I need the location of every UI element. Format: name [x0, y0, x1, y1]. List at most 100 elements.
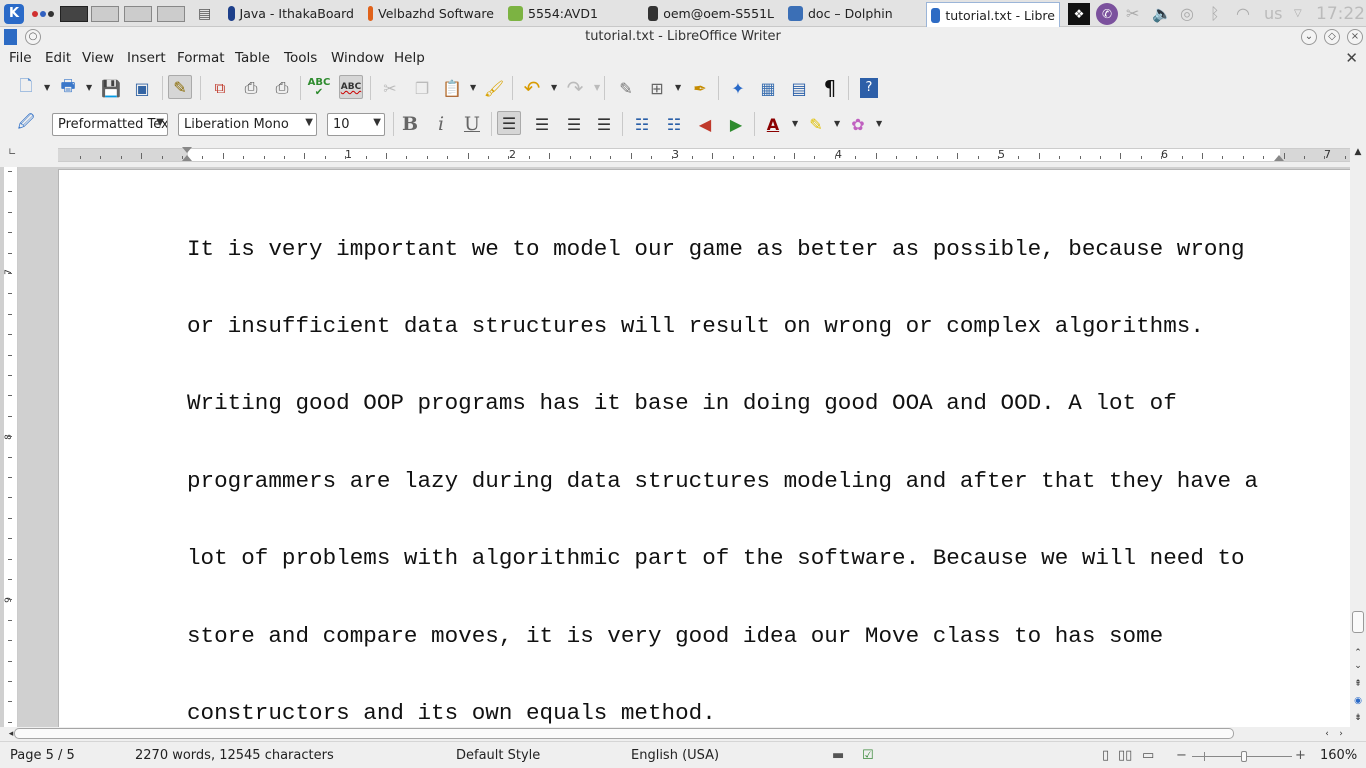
formatting-marks-icon[interactable]: ¶ [818, 76, 842, 100]
text-line[interactable]: constructors and its own equals method. [187, 700, 1287, 727]
increase-indent-icon[interactable]: ▶ [724, 112, 748, 136]
horizontal-scroll-thumb[interactable] [14, 728, 1234, 739]
menu-view[interactable]: View [82, 50, 114, 66]
highlighting-dropdown-icon[interactable]: ▼ [834, 119, 840, 128]
auto-spellcheck-icon[interactable]: ABC [339, 75, 363, 99]
window-titlebar[interactable]: ○ tutorial.txt - LibreOffice Writer ⌄ ◇ … [0, 27, 1366, 48]
open-dropdown-icon[interactable]: ▼ [86, 83, 92, 92]
insert-mode-icon[interactable]: ▬ [832, 748, 844, 763]
open-icon[interactable]: 🖶 [56, 76, 80, 100]
align-left-icon[interactable]: ☰ [497, 111, 521, 135]
navigator-icon[interactable]: ✦ [726, 76, 750, 100]
next-page-icon[interactable]: ⇟ [1351, 711, 1365, 725]
background-color-icon[interactable]: ✿ [846, 112, 870, 136]
right-indent-marker[interactable] [1274, 155, 1284, 161]
vertical-scroll-thumb[interactable] [1352, 611, 1364, 633]
zoom-out-icon[interactable]: − [1176, 748, 1187, 763]
desktop-1[interactable] [60, 0, 88, 27]
menu-help[interactable]: Help [394, 50, 425, 66]
volume-icon[interactable]: 🔈 [1152, 0, 1172, 27]
scroll-up-icon[interactable]: ▲ [1351, 145, 1365, 159]
new-dropdown-icon[interactable]: ▼ [44, 83, 50, 92]
vertical-scrollbar[interactable]: ▲ ⌃ ⌄ ⇞ ◉ ⇟ [1350, 143, 1366, 727]
numbered-list-icon[interactable]: ☷ [630, 112, 654, 136]
align-center-icon[interactable]: ☰ [530, 112, 554, 136]
app-launcher[interactable]: K [4, 0, 24, 27]
zoom-slider-handle[interactable] [1241, 751, 1247, 762]
redo-icon[interactable]: ↷ [563, 76, 587, 100]
single-page-view-icon[interactable]: ▯ [1102, 748, 1109, 763]
cut-icon[interactable]: ✂ [378, 76, 402, 100]
undo-icon[interactable]: ↶ [520, 76, 544, 100]
help-icon[interactable]: ? [857, 76, 881, 100]
multi-page-view-icon[interactable]: ▯▯ [1118, 748, 1132, 763]
clock[interactable]: 17:22 [1316, 0, 1365, 27]
scroll-right-icon[interactable]: › [1334, 727, 1348, 741]
task-libreoffice-writer[interactable]: tutorial.txt - Libre [926, 2, 1060, 29]
task-velbazhd-software[interactable]: Velbazhd Software [368, 0, 494, 27]
previous-page-icon[interactable]: ⇞ [1351, 677, 1365, 691]
zoom-level[interactable]: 160% [1320, 748, 1357, 763]
print-preview-icon[interactable]: ⎙ [270, 76, 294, 100]
task-dolphin[interactable]: doc – Dolphin [788, 0, 914, 27]
align-right-icon[interactable]: ☰ [562, 112, 586, 136]
desktop-2[interactable] [91, 0, 119, 27]
save-as-icon[interactable]: ▣ [130, 76, 154, 100]
notes-icon[interactable]: ▤ [198, 0, 211, 27]
minimize-button[interactable]: ⌄ [1301, 29, 1317, 45]
zoom-in-icon[interactable]: + [1295, 748, 1306, 763]
font-color-icon[interactable]: A [761, 112, 785, 136]
viber-icon[interactable]: ✆ [1096, 0, 1118, 27]
zoom-slider[interactable] [1192, 751, 1292, 762]
scroll-down-small-icon[interactable]: ⌄ [1351, 659, 1365, 673]
paragraph-style-combo[interactable]: Preformatted Text ▼ [52, 113, 168, 136]
close-document-icon[interactable]: ✕ [1345, 49, 1358, 67]
text-line[interactable]: programmers are lazy during data structu… [187, 468, 1287, 495]
scroll-up-small-icon[interactable]: ⌃ [1351, 646, 1365, 660]
bold-button[interactable]: B [398, 112, 422, 136]
bluetooth-icon[interactable]: ᛒ [1210, 0, 1220, 27]
styles-formatting-icon[interactable]: 🖉 [14, 112, 38, 136]
page-indicator[interactable]: Page 5 / 5 [10, 748, 75, 763]
paste-icon[interactable]: 📋 [440, 76, 464, 100]
justify-icon[interactable]: ☰ [592, 112, 616, 136]
print-icon[interactable]: ⎙ [239, 76, 263, 100]
text-line[interactable]: lot of problems with algorithmic part of… [187, 545, 1287, 572]
close-window-button[interactable]: × [1347, 29, 1363, 45]
keyboard-layout[interactable]: us [1264, 0, 1282, 27]
export-pdf-icon[interactable]: ⧉ [208, 76, 232, 100]
menu-format[interactable]: Format [177, 50, 225, 66]
hyperlink-icon[interactable]: ✎ [614, 76, 638, 100]
document-body[interactable]: It is very important we to model our gam… [187, 185, 1287, 727]
save-icon[interactable]: 💾 [99, 76, 123, 100]
clone-formatting-icon[interactable]: 🖌 [482, 76, 506, 100]
bullet-list-icon[interactable]: ☷ [662, 112, 686, 136]
horizontal-scrollbar[interactable]: ◂ ‹ › [0, 727, 1350, 741]
edit-mode-icon[interactable]: ✎ [168, 75, 192, 99]
text-language[interactable]: English (USA) [631, 748, 719, 763]
menu-tools[interactable]: Tools [284, 50, 317, 66]
menu-table[interactable]: Table [235, 50, 270, 66]
table-icon[interactable]: ⊞ [645, 76, 669, 100]
dropbox-icon[interactable]: ❖ [1068, 0, 1090, 27]
font-color-dropdown-icon[interactable]: ▼ [792, 119, 798, 128]
font-name-combo[interactable]: Liberation Mono ▼ [178, 113, 317, 136]
desktop-4[interactable] [157, 0, 185, 27]
scroll-left-arrow-icon[interactable]: ‹ [1320, 727, 1334, 741]
text-line[interactable]: Writing good OOP programs has it base in… [187, 391, 1287, 417]
underline-button[interactable]: U [460, 112, 484, 136]
tray-expand-icon[interactable]: ▽ [1294, 0, 1302, 27]
menu-window[interactable]: Window [331, 50, 384, 66]
document-modified-icon[interactable]: ☑ [862, 748, 874, 763]
task-avd1[interactable]: 5554:AVD1 [508, 0, 634, 27]
copy-icon[interactable]: ❐ [410, 76, 434, 100]
undo-dropdown-icon[interactable]: ▼ [551, 83, 557, 92]
background-color-dropdown-icon[interactable]: ▼ [876, 119, 882, 128]
book-view-icon[interactable]: ▭ [1142, 748, 1154, 763]
italic-button[interactable]: i [429, 112, 453, 136]
table-dropdown-icon[interactable]: ▼ [675, 83, 681, 92]
horizontal-ruler[interactable]: ∟ 1 2 3 4 5 6 7 [0, 143, 1350, 167]
wifi-icon[interactable]: ◠ [1236, 0, 1250, 27]
draw-functions-icon[interactable]: ✒ [688, 76, 712, 100]
navigation-icon[interactable]: ◉ [1351, 694, 1365, 708]
